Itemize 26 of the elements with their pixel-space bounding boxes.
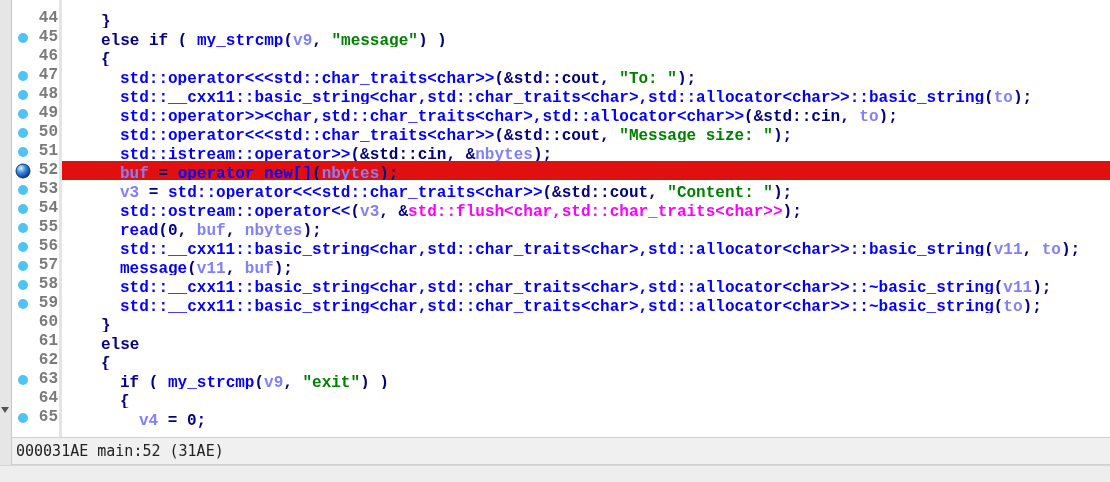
line-number: 57 xyxy=(37,256,59,275)
line-number: 46 xyxy=(37,47,59,66)
line-number: 56 xyxy=(37,237,59,256)
line-number: 61 xyxy=(37,332,59,351)
line-number: 54 xyxy=(37,199,59,218)
line-number: 60 xyxy=(37,313,59,332)
line-number: 45 xyxy=(37,28,59,47)
line-number: 50 xyxy=(37,123,59,142)
line-number: 49 xyxy=(37,104,59,123)
line-number: 48 xyxy=(37,85,59,104)
line-number: 65 xyxy=(37,408,59,427)
line-number: 58 xyxy=(37,275,59,294)
line-number: 55 xyxy=(37,218,59,237)
line-number: 47 xyxy=(37,66,59,85)
code-line: else xyxy=(101,336,140,354)
line-number: 64 xyxy=(37,389,59,408)
line-number: 51 xyxy=(37,142,59,161)
line-number: 52 xyxy=(37,161,59,180)
line-number: 62 xyxy=(37,351,59,370)
line-number: 44 xyxy=(37,9,59,28)
line-number: 63 xyxy=(37,370,59,389)
code-line: v4 = 0; xyxy=(139,412,207,430)
caret-icon xyxy=(1,407,9,413)
status-text: 000031AE main:52 (31AE) xyxy=(16,440,224,462)
line-number: 59 xyxy=(37,294,59,313)
line-number: 53 xyxy=(37,180,59,199)
